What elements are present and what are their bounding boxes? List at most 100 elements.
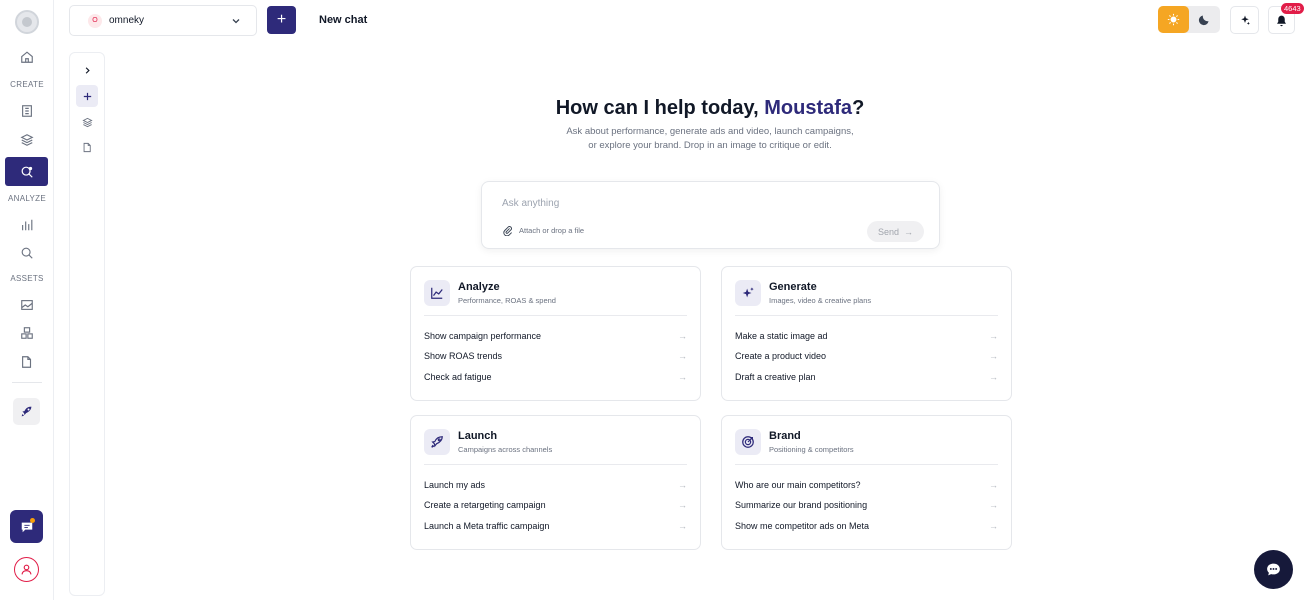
card-item-label: Create a retargeting campaign xyxy=(424,500,546,510)
arrow-right-icon: → xyxy=(989,480,998,490)
target-icon xyxy=(735,429,761,455)
arrow-right-icon: → xyxy=(989,521,998,531)
card-brand: Brand Positioning & competitors Who are … xyxy=(721,415,1012,550)
page-subtitle: Ask about performance, generate ads and … xyxy=(566,126,854,151)
send-label: Send xyxy=(877,226,900,237)
arrow-right-icon: → xyxy=(678,372,687,382)
card-item[interactable]: Who are our main competitors? → xyxy=(735,477,998,493)
card-item[interactable]: Make a static image ad → xyxy=(735,328,998,344)
card-item-label: Launch a Meta traffic campaign xyxy=(424,521,550,531)
workspace-selector[interactable]: O omneky xyxy=(69,5,257,36)
user-profile-icon[interactable] xyxy=(14,557,39,582)
chat-input[interactable] xyxy=(502,195,902,211)
rail-divider xyxy=(12,382,42,383)
card-item[interactable]: Show campaign performance → xyxy=(424,328,687,344)
card-item[interactable]: Draft a creative plan → xyxy=(735,369,998,385)
building-icon[interactable] xyxy=(17,101,37,121)
card-divider xyxy=(424,464,687,465)
send-button[interactable]: Send → xyxy=(867,221,924,242)
card-item-label: Check ad fatigue xyxy=(424,372,492,382)
card-item-label: Show campaign performance xyxy=(424,331,542,341)
user-name: Moustafa xyxy=(764,97,853,119)
card-item[interactable]: Show me competitor ads on Meta → xyxy=(735,518,998,534)
rocket-icon[interactable] xyxy=(13,398,40,425)
home-icon[interactable] xyxy=(17,47,37,67)
rail-label-assets: ASSETS xyxy=(10,274,44,283)
arrow-right-icon: → xyxy=(678,521,687,531)
file-icon xyxy=(83,142,91,152)
attach-label: Attach or drop a file xyxy=(519,226,585,235)
sidebar-files-button[interactable] xyxy=(76,136,98,158)
chevron-down-icon xyxy=(232,19,240,24)
chat-title: New chat xyxy=(319,14,368,26)
bar-chart-icon[interactable] xyxy=(17,215,37,235)
card-item-label: Summarize our brand positioning xyxy=(735,500,868,510)
card-title: Generate xyxy=(769,281,817,293)
card-item[interactable]: Summarize our brand positioning → xyxy=(735,497,998,513)
products-icon[interactable] xyxy=(17,323,37,343)
rail-label-analyze: ANALYZE xyxy=(8,194,46,203)
ai-sparkle-button[interactable] xyxy=(1230,6,1259,34)
rail-item-chat-active[interactable] xyxy=(5,157,48,186)
logo-icon[interactable] xyxy=(15,10,39,34)
card-item[interactable]: Check ad fatigue → xyxy=(424,369,687,385)
arrow-right-icon: → xyxy=(989,372,998,382)
left-rail: CREATE ANALYZE ASSETS xyxy=(0,0,54,600)
layers-icon[interactable] xyxy=(17,130,37,150)
attach-file-button[interactable]: Attach or drop a file xyxy=(502,225,584,236)
card-item-label: Who are our main competitors? xyxy=(735,480,861,490)
arrow-right-icon: → xyxy=(678,331,687,341)
greeting-text: How can I help today, xyxy=(555,97,765,119)
card-subtitle: Performance, ROAS & spend xyxy=(458,296,556,305)
notification-dot xyxy=(30,518,35,523)
sidebar-new-chat-button[interactable] xyxy=(76,85,98,107)
search-analytics-icon[interactable] xyxy=(17,243,37,263)
sidebar-layers-button[interactable] xyxy=(76,111,98,133)
card-subtitle: Campaigns across channels xyxy=(458,445,553,454)
image-library-icon[interactable] xyxy=(17,295,37,315)
chat-composer: Attach or drop a file Send → xyxy=(481,181,940,249)
notification-badge: 4643 xyxy=(1281,3,1304,14)
rocket-icon xyxy=(424,429,450,455)
page-title: How can I help today, Moustafa? xyxy=(460,97,960,120)
chart-icon xyxy=(424,280,450,306)
layers-icon xyxy=(81,117,93,127)
rail-label-create: CREATE xyxy=(10,80,44,89)
greeting-punct: ? xyxy=(852,97,865,119)
chat-sidebar xyxy=(69,52,105,596)
card-item-label: Launch my ads xyxy=(424,480,486,490)
documents-icon[interactable] xyxy=(17,352,37,372)
card-item[interactable]: Launch my ads → xyxy=(424,477,687,493)
card-item-label: Show me competitor ads on Meta xyxy=(735,521,870,531)
card-analyze: Analyze Performance, ROAS & spend Show c… xyxy=(410,266,701,401)
workspace-name: omneky xyxy=(109,15,145,26)
moon-icon[interactable] xyxy=(1189,6,1220,33)
chevron-right-icon xyxy=(85,66,90,74)
support-chat-button[interactable] xyxy=(1254,550,1293,589)
arrow-right-icon: → xyxy=(989,500,998,510)
sparkles-icon xyxy=(735,280,761,306)
theme-toggle[interactable] xyxy=(1158,6,1220,33)
card-item[interactable]: Launch a Meta traffic campaign → xyxy=(424,518,687,534)
card-item[interactable]: Show ROAS trends → xyxy=(424,348,687,364)
chat-bubble-icon xyxy=(1267,563,1280,576)
chat-feedback-button[interactable] xyxy=(10,510,43,543)
sparkle-icon xyxy=(1240,15,1250,25)
card-divider xyxy=(424,315,687,316)
new-chat-button[interactable]: + xyxy=(267,6,296,34)
sun-icon[interactable] xyxy=(1158,6,1189,33)
card-item[interactable]: Create a retargeting campaign → xyxy=(424,497,687,513)
card-generate: Generate Images, video & creative plans … xyxy=(721,266,1012,401)
arrow-right-icon: → xyxy=(989,351,998,361)
card-item-label: Create a product video xyxy=(735,351,827,361)
card-subtitle: Images, video & creative plans xyxy=(769,296,872,305)
card-launch: Launch Campaigns across channels Launch … xyxy=(410,415,701,550)
arrow-right-icon: → xyxy=(678,480,687,490)
card-item[interactable]: Create a product video → xyxy=(735,348,998,364)
arrow-right-icon: → xyxy=(989,331,998,341)
paperclip-icon xyxy=(503,226,512,236)
card-subtitle: Positioning & competitors xyxy=(769,445,854,454)
expand-sidebar-button[interactable] xyxy=(76,59,98,81)
card-divider xyxy=(735,315,998,316)
workspace-avatar: O xyxy=(88,13,102,28)
